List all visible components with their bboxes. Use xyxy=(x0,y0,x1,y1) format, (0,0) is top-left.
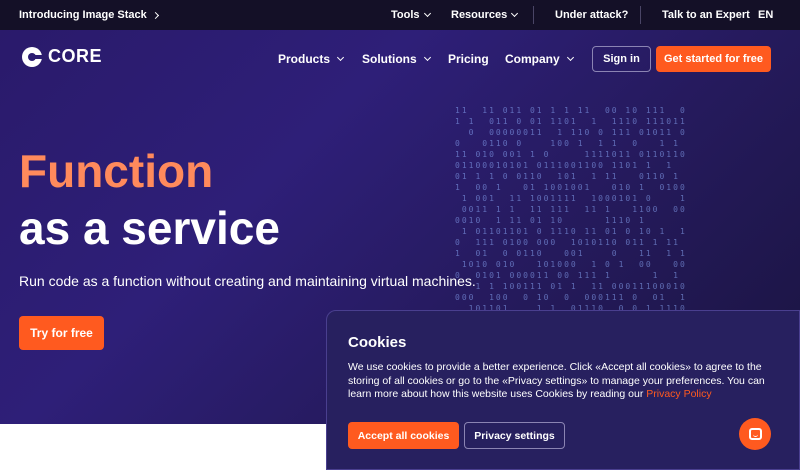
privacy-settings-button[interactable]: Privacy settings xyxy=(464,422,565,449)
cookie-banner: Cookies We use cookies to provide a bett… xyxy=(326,310,800,470)
logo-text: CORE xyxy=(48,46,103,66)
privacy-policy-link[interactable]: Privacy Policy xyxy=(646,388,711,400)
nav-item-label: Pricing xyxy=(448,52,489,66)
top-bar: Introducing Image Stack Tools Resources … xyxy=(0,0,800,30)
hero-title-line2: as a service xyxy=(19,202,280,254)
divider xyxy=(640,6,641,24)
topbar-tools-label: Tools xyxy=(391,9,420,21)
sign-in-button[interactable]: Sign in xyxy=(592,46,651,72)
logo[interactable]: CORE xyxy=(22,46,102,67)
under-attack-label: Under attack? xyxy=(555,9,629,21)
chevron-down-icon xyxy=(511,9,519,18)
cookie-title: Cookies xyxy=(348,334,407,351)
chevron-down-icon xyxy=(423,53,431,62)
chat-icon xyxy=(748,428,762,440)
nav-item-label: Products xyxy=(278,52,331,66)
nav-item-label: Company xyxy=(505,52,560,66)
topbar-tools[interactable]: Tools xyxy=(391,9,431,21)
language-label: EN xyxy=(758,9,774,21)
talk-expert-link[interactable]: Talk to an Expert xyxy=(662,9,750,21)
divider xyxy=(533,6,534,24)
talk-expert-label: Talk to an Expert xyxy=(662,9,750,21)
announcement-label: Introducing Image Stack xyxy=(19,9,147,21)
main-nav: CORE Products Solutions Pricing Company … xyxy=(0,30,800,88)
chevron-down-icon xyxy=(336,53,345,62)
nav-item-solutions[interactable]: Solutions xyxy=(362,52,431,66)
chevron-down-icon xyxy=(423,9,431,18)
cookie-text: We use cookies to provide a better exper… xyxy=(348,361,778,402)
accept-cookies-button[interactable]: Accept all cookies xyxy=(348,422,459,449)
chevron-right-icon xyxy=(151,11,159,19)
try-for-free-button[interactable]: Try for free xyxy=(19,316,104,350)
topbar-resources[interactable]: Resources xyxy=(451,9,519,21)
under-attack-link[interactable]: Under attack? xyxy=(555,9,628,21)
nav-item-company[interactable]: Company xyxy=(505,52,574,66)
get-started-button[interactable]: Get started for free xyxy=(656,46,771,72)
chevron-down-icon xyxy=(566,53,574,62)
chat-launcher-button[interactable] xyxy=(739,418,771,450)
topbar-resources-label: Resources xyxy=(451,9,508,21)
nav-item-label: Solutions xyxy=(362,52,417,66)
core-logo-icon xyxy=(22,46,42,67)
announcement-link[interactable]: Introducing Image Stack xyxy=(19,9,159,21)
hero-title-line1: Function xyxy=(19,145,214,197)
language-selector[interactable]: EN xyxy=(758,9,773,21)
nav-item-products[interactable]: Products xyxy=(278,52,345,66)
hero-subtitle: Run code as a function without creating … xyxy=(19,273,476,289)
nav-item-pricing[interactable]: Pricing xyxy=(448,52,489,66)
